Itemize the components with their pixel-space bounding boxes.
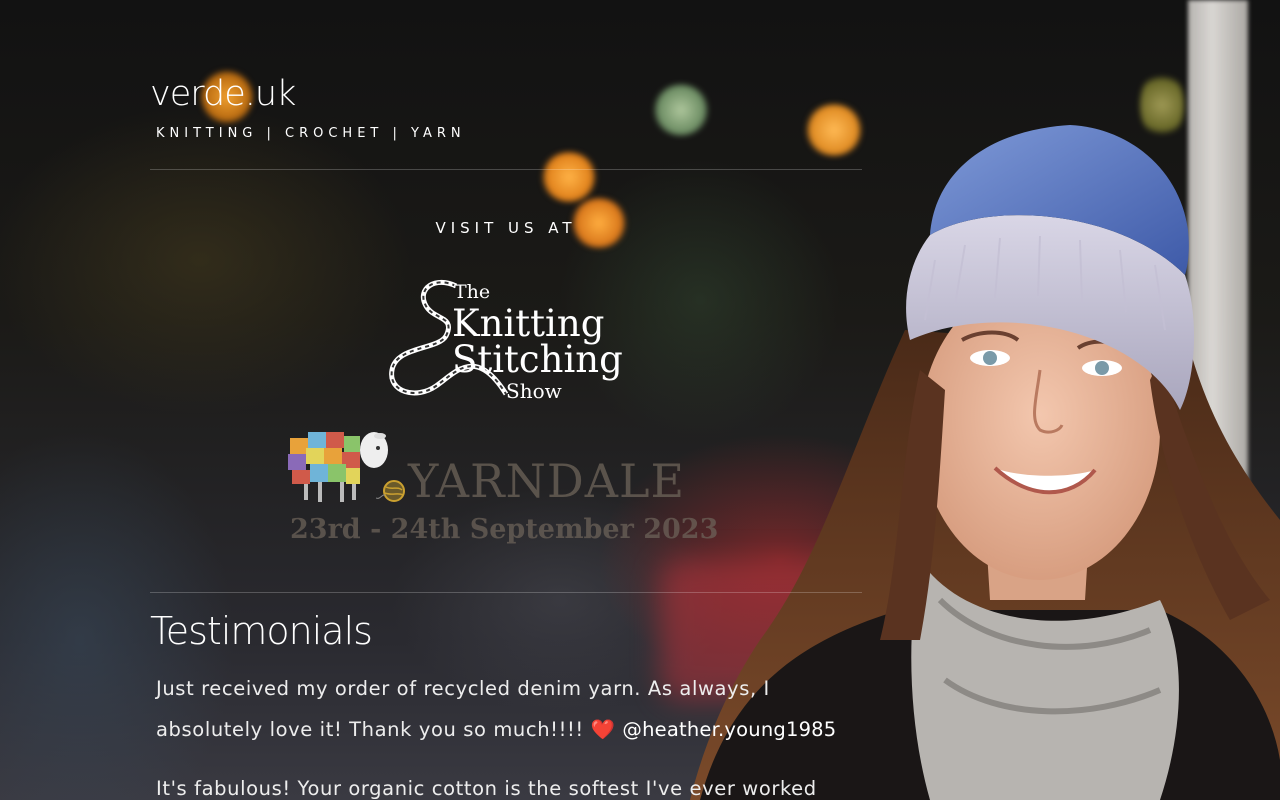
testimonial-text: It's fabulous! Your organic cotton is th… <box>156 777 817 800</box>
kss-show: Show <box>506 379 562 403</box>
testimonials-heading: Testimonials <box>150 609 373 653</box>
yarn-ball-icon <box>376 480 405 502</box>
brand-logo[interactable]: verde.uk <box>150 74 296 114</box>
kss-the: The <box>454 281 490 303</box>
knitting-stitching-show-logo[interactable]: The Knitting Stitching Show <box>386 276 636 406</box>
kss-stitching: Stitching <box>452 338 623 381</box>
divider <box>150 169 862 170</box>
yarndale-title: YARNDALE <box>408 454 686 508</box>
yarndale-dates: 23rd - 24th September 2023 <box>290 514 719 545</box>
events-heading: VISIT US AT <box>435 219 577 237</box>
brand-tagline: KNITTING | CROCHET | YARN <box>156 126 466 141</box>
yarndale-logo[interactable]: YARNDALE 23rd - 24th September 2023 <box>284 424 744 554</box>
testimonial-item: Just received my order of recycled denim… <box>156 668 862 750</box>
testimonial-item: It's fabulous! Your organic cotton is th… <box>156 768 862 800</box>
content-column: verde.uk KNITTING | CROCHET | YARN VISIT… <box>150 0 862 800</box>
divider <box>150 592 862 593</box>
page: verde.uk KNITTING | CROCHET | YARN VISIT… <box>0 0 1280 800</box>
testimonial-author[interactable]: @heather.young1985 <box>622 718 836 741</box>
heart-icon: ❤️ <box>590 718 616 741</box>
